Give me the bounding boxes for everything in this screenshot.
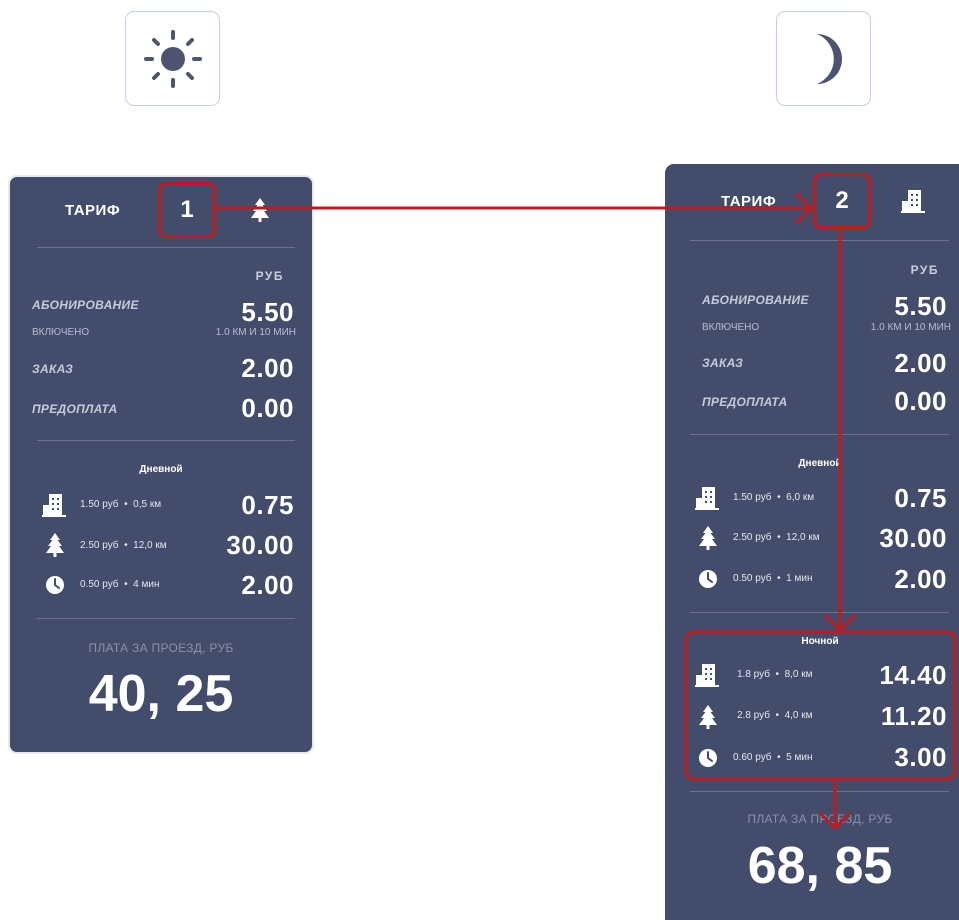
section-title-night: Ночной xyxy=(801,636,839,647)
subscription-label: АБОНИРОВАНИЕ xyxy=(32,298,139,312)
rate-price: 0.60 руб xyxy=(733,752,772,763)
rate-amount: 12,0 км xyxy=(133,540,167,551)
rate-price: 1.50 руб xyxy=(80,499,119,510)
prepay-label: ПРЕДОПЛАТА xyxy=(702,395,788,409)
rate-row: 2.50 руб • 12,0 км xyxy=(733,532,820,543)
night-tariff-panel: ТАРИФ 2 РУБ АБОНИРОВАНИЕ 5.50 ВКЛЮЧЕНО 1… xyxy=(665,164,959,920)
day-mode-button[interactable] xyxy=(125,11,220,106)
tariff-label: ТАРИФ xyxy=(721,193,777,210)
order-value: 2.00 xyxy=(894,348,947,378)
tree-icon xyxy=(699,705,717,729)
row-value: 2.00 xyxy=(894,564,947,594)
rate-amount: 6,0 км xyxy=(786,492,815,503)
rate-row: 2.8 руб • 4,0 км xyxy=(737,710,813,721)
row-value: 30.00 xyxy=(226,530,294,560)
prepay-label: ПРЕДОПЛАТА xyxy=(32,402,118,416)
rate-row: 1.50 руб • 6,0 км xyxy=(733,492,815,503)
fare-label: ПЛАТА ЗА ПРОЕЗД, РУБ xyxy=(88,641,234,655)
rate-amount: 8,0 км xyxy=(784,669,813,680)
sun-icon xyxy=(143,29,202,88)
rate-price: 2.8 руб xyxy=(737,710,770,721)
divider xyxy=(690,791,949,792)
rate-price: 1.50 руб xyxy=(733,492,772,503)
currency-label: РУБ xyxy=(910,263,939,277)
subscription-label: АБОНИРОВАНИЕ xyxy=(702,293,809,307)
row-value: 0.75 xyxy=(241,490,294,520)
rate-price: 2.50 руб xyxy=(80,540,119,551)
section-title-day: Дневной xyxy=(798,458,842,469)
rate-row: 0.50 руб • 1 мин xyxy=(733,573,813,584)
divider xyxy=(37,247,295,248)
rate-row: 0.50 руб • 4 мин xyxy=(80,579,160,590)
included-value: 1.0 КМ И 10 МИН xyxy=(215,327,296,338)
rate-row: 2.50 руб • 12,0 км xyxy=(80,540,167,551)
divider xyxy=(690,434,949,435)
rate-amount: 5 мин xyxy=(786,752,813,763)
building-icon xyxy=(42,494,66,517)
rate-price: 1.8 руб xyxy=(737,669,770,680)
order-label: ЗАКАЗ xyxy=(702,356,744,370)
rate-amount: 4,0 км xyxy=(784,710,813,721)
row-value: 14.40 xyxy=(879,660,947,690)
fare-label: ПЛАТА ЗА ПРОЕЗД, РУБ xyxy=(747,812,893,826)
row-value: 3.00 xyxy=(894,742,947,772)
rate-row: 1.50 руб • 0,5 км xyxy=(80,499,162,510)
rate-row: 0.60 руб • 5 мин xyxy=(733,752,813,763)
fare-total: 68, 85 xyxy=(747,837,893,895)
rate-row: 1.8 руб • 8,0 км xyxy=(737,669,813,680)
included-label: ВКЛЮЧЕНО xyxy=(702,322,760,333)
moon-icon xyxy=(816,33,842,84)
tree-icon xyxy=(251,198,269,222)
included-value: 1.0 КМ И 10 МИН xyxy=(870,322,951,333)
clock-icon xyxy=(699,570,717,588)
row-value: 30.00 xyxy=(879,523,947,553)
clock-icon xyxy=(46,576,64,594)
subscription-value: 5.50 xyxy=(241,297,294,327)
building-icon xyxy=(901,190,925,213)
divider xyxy=(37,618,295,619)
order-value: 2.00 xyxy=(241,353,294,383)
building-icon xyxy=(695,664,719,687)
divider xyxy=(690,240,949,241)
tree-icon xyxy=(46,533,64,557)
divider xyxy=(37,440,295,441)
tree-icon xyxy=(699,526,717,550)
rate-amount: 1 мин xyxy=(786,573,813,584)
section-title-day: Дневной xyxy=(139,464,183,475)
tariff-label: ТАРИФ xyxy=(65,202,121,219)
tariff-number[interactable]: 1 xyxy=(158,182,216,238)
prepay-value: 0.00 xyxy=(894,386,947,416)
building-icon xyxy=(695,487,719,510)
currency-label: РУБ xyxy=(255,269,284,283)
clock-icon xyxy=(699,749,717,767)
rate-price: 2.50 руб xyxy=(733,532,772,543)
rate-amount: 4 мин xyxy=(133,579,160,590)
fare-total: 40, 25 xyxy=(88,665,234,723)
prepay-value: 0.00 xyxy=(241,393,294,423)
rate-amount: 12,0 км xyxy=(786,532,820,543)
row-value: 2.00 xyxy=(241,570,294,600)
night-mode-button[interactable] xyxy=(776,11,871,106)
row-value: 0.75 xyxy=(894,483,947,513)
order-label: ЗАКАЗ xyxy=(32,362,74,376)
rate-price: 0.50 руб xyxy=(80,579,119,590)
rate-amount: 0,5 км xyxy=(133,499,162,510)
row-value: 11.20 xyxy=(880,701,947,731)
subscription-value: 5.50 xyxy=(894,291,947,321)
day-tariff-panel: ТАРИФ 1 РУБ АБОНИРОВАНИЕ 5.50 ВКЛЮЧЕНО 1… xyxy=(8,175,314,754)
tariff-number[interactable]: 2 xyxy=(813,173,871,229)
divider xyxy=(690,612,949,613)
included-label: ВКЛЮЧЕНО xyxy=(32,327,90,338)
rate-price: 0.50 руб xyxy=(733,573,772,584)
